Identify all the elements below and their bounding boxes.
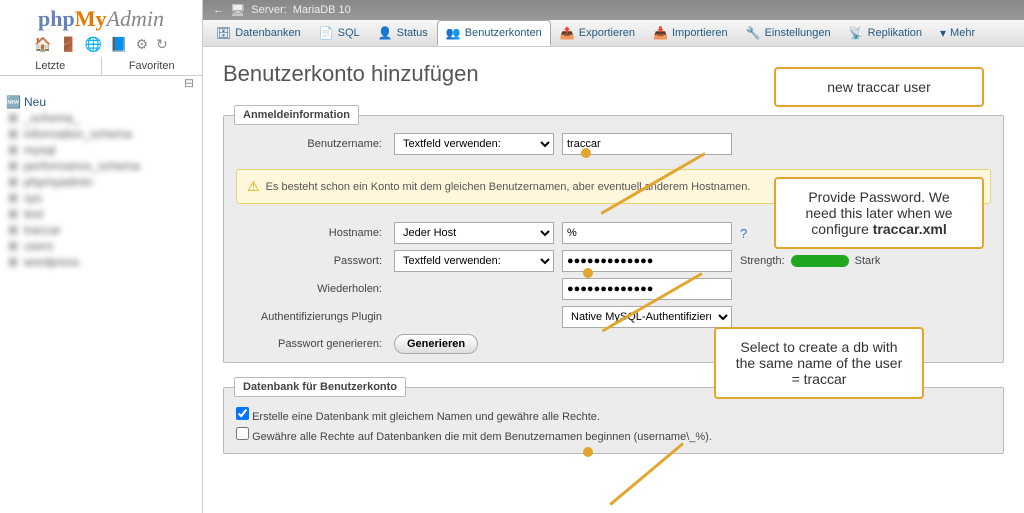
select-hostname-mode[interactable]: Jeder Host [394, 222, 554, 244]
label-genpass: Passwort generieren: [236, 338, 386, 350]
server-icon: 🖥 [230, 3, 245, 17]
generate-password-button[interactable]: Generieren [394, 334, 478, 354]
tab-replication[interactable]: 📡Replikation [840, 20, 931, 46]
gear-icon[interactable]: ⚙ [136, 36, 149, 52]
tree-db-item[interactable]: ⊞phpmyadmin [6, 174, 196, 190]
callout-new-user: new traccar user [774, 67, 984, 107]
db-icon: 🗄 [216, 26, 231, 40]
nav-tabs: Letzte Favoriten [0, 57, 202, 76]
tree-db-item[interactable]: ⊞traccar [6, 222, 196, 238]
exit-icon[interactable]: 🚪 [60, 36, 77, 52]
tree-db-item[interactable]: ⊞mysql [6, 142, 196, 158]
home-icon[interactable]: 🏠 [34, 36, 51, 52]
back-icon[interactable]: ← [213, 4, 224, 16]
label-hostname: Hostname: [236, 227, 386, 239]
export-icon: 📤 [560, 26, 575, 40]
tree-db-item[interactable]: ⊞_schema_ [6, 110, 196, 126]
sql-icon: 📄 [319, 26, 334, 40]
check-create-db[interactable]: Erstelle eine Datenbank mit gleichem Nam… [236, 405, 991, 425]
server-label: Server: [251, 4, 286, 16]
tab-export[interactable]: 📤Exportieren [551, 20, 644, 46]
collapse-icon[interactable]: ⊟ [0, 76, 202, 90]
db-tree: 🆕 Neu ⊞_schema_ ⊞information_schema ⊞mys… [0, 90, 202, 274]
tree-db-item[interactable]: ⊞wordpress [6, 254, 196, 270]
legend-login-info: Anmeldeinformation [234, 105, 359, 125]
select-username-mode[interactable]: Textfeld verwenden: [394, 133, 554, 155]
tree-db-item[interactable]: ⊞performance_schema [6, 158, 196, 174]
tab-more[interactable]: ▾Mehr [931, 20, 984, 46]
tab-databases[interactable]: 🗄Datenbanken [207, 20, 310, 46]
input-repeat-password[interactable] [562, 278, 732, 300]
replication-icon: 📡 [849, 26, 864, 40]
label-password: Passwort: [236, 255, 386, 267]
import-icon: 📥 [653, 26, 668, 40]
tree-new[interactable]: 🆕 Neu [6, 94, 196, 110]
label-username: Benutzername: [236, 138, 386, 150]
help-icon[interactable]: ? [740, 226, 747, 241]
docs-icon[interactable]: 📘 [110, 36, 127, 52]
sidebar: phpMyAdmin 🏠 🚪 🌐 📘 ⚙ ↻ Letzte Favoriten … [0, 0, 203, 513]
check-grant-wildcard[interactable]: Gewähre alle Rechte auf Datenbanken die … [236, 425, 991, 445]
checkbox-create-db[interactable] [236, 407, 249, 420]
logo[interactable]: phpMyAdmin [0, 0, 202, 34]
globe-icon[interactable]: 🌐 [85, 36, 102, 52]
refresh-icon[interactable]: ↻ [156, 36, 168, 52]
tab-recent[interactable]: Letzte [0, 57, 102, 75]
strength-value: Stark [855, 255, 881, 267]
strength-bar [791, 255, 849, 267]
dropdown-icon: ▾ [940, 26, 946, 40]
server-name[interactable]: MariaDB 10 [293, 4, 351, 16]
new-icon: 🆕 [6, 95, 20, 109]
tab-status[interactable]: 👤Status [369, 20, 437, 46]
users-icon: 👥 [446, 26, 461, 40]
quick-icons: 🏠 🚪 🌐 📘 ⚙ ↻ [0, 34, 202, 57]
label-repeat: Wiederholen: [236, 283, 386, 295]
strength-label: Strength: [740, 255, 785, 267]
tab-sql[interactable]: 📄SQL [310, 20, 369, 46]
select-authplugin[interactable]: Native MySQL-Authentifizierung [562, 306, 732, 328]
legend-database: Datenbank für Benutzerkonto [234, 377, 406, 397]
tree-db-item[interactable]: ⊞information_schema [6, 126, 196, 142]
label-authplugin: Authentifizierungs Plugin [236, 311, 386, 323]
warning-icon: ⚠ [247, 178, 260, 195]
tree-db-item[interactable]: ⊞sys [6, 190, 196, 206]
main: ← 🖥 Server: MariaDB 10 🗄Datenbanken 📄SQL… [203, 0, 1024, 513]
tree-new-label: Neu [24, 95, 46, 109]
tab-import[interactable]: 📥Importieren [644, 20, 737, 46]
tree-db-item[interactable]: ⊞test [6, 206, 196, 222]
checkbox-grant-wildcard[interactable] [236, 427, 249, 440]
top-tabs: 🗄Datenbanken 📄SQL 👤Status 👥Benutzerkonte… [203, 20, 1024, 47]
breadcrumb: ← 🖥 Server: MariaDB 10 [203, 0, 1024, 20]
callout-create-db: Select to create a db with the same name… [714, 327, 924, 399]
tab-users[interactable]: 👥Benutzerkonten [437, 20, 551, 46]
warning-text: Es besteht schon ein Konto mit dem gleic… [266, 181, 751, 193]
wrench-icon: 🔧 [746, 26, 761, 40]
tab-settings[interactable]: 🔧Einstellungen [737, 20, 840, 46]
select-password-mode[interactable]: Textfeld verwenden: [394, 250, 554, 272]
tree-db-item[interactable]: ⊞users [6, 238, 196, 254]
input-hostname[interactable] [562, 222, 732, 244]
tab-favorites[interactable]: Favoriten [102, 57, 203, 75]
status-icon: 👤 [378, 26, 393, 40]
password-strength: Strength: Stark [740, 255, 991, 267]
callout-password: Provide Password. We need this later whe… [774, 177, 984, 249]
